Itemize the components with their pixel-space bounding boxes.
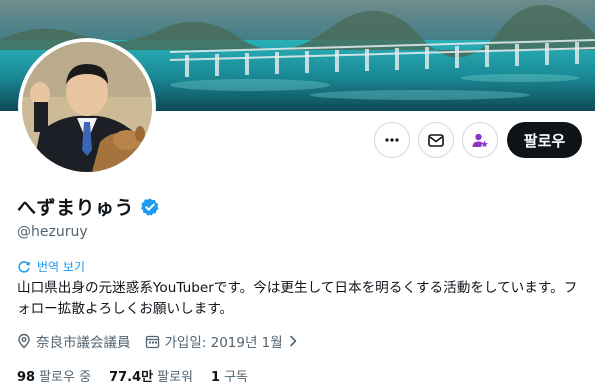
subscribe-icon xyxy=(472,133,488,148)
profile-meta: 奈良市議会議員 가입일: 2019년 1월 xyxy=(17,331,313,351)
bio: 山口県出身の元迷惑系YouTuberです。今は更生して日本を明るくする活動をして… xyxy=(17,280,578,317)
following-count: 98 xyxy=(17,370,36,382)
message-button[interactable] xyxy=(418,122,454,158)
chevron-right-icon xyxy=(289,335,296,347)
followers-link[interactable]: 77.4만 팔로워 xyxy=(109,366,193,382)
translate-label: 번역 보기 xyxy=(37,260,85,274)
verified-icon[interactable] xyxy=(140,197,160,217)
subscriptions-link[interactable]: 1 구독 xyxy=(211,366,248,382)
translate-link[interactable]: 번역 보기 xyxy=(17,258,85,275)
calendar-icon xyxy=(145,335,159,348)
subscriptions-count: 1 xyxy=(211,370,221,382)
subscribe-button[interactable] xyxy=(462,122,498,158)
following-link[interactable]: 98 팔로우 중 xyxy=(17,366,91,382)
more-icon xyxy=(385,138,399,142)
avatar-image xyxy=(22,42,152,172)
translate-icon xyxy=(18,260,30,273)
followers-count: 77.4만 xyxy=(109,370,154,382)
follow-button[interactable]: 팔로우 xyxy=(507,122,582,158)
joined-date[interactable]: 가입일: 2019년 1월 xyxy=(145,331,299,351)
location: 奈良市議会議員 xyxy=(17,331,131,351)
subscriptions-label: 구독 xyxy=(224,370,248,382)
location-icon xyxy=(18,333,30,349)
profile-stats: 98 팔로우 중 77.4만 팔로워 1 구독 xyxy=(17,366,266,382)
joined-text: 가입일: 2019년 1월 xyxy=(164,335,283,351)
avatar[interactable] xyxy=(18,38,156,176)
handle: @hezuruy xyxy=(17,224,88,240)
location-text: 奈良市議会議員 xyxy=(36,335,131,351)
name-row: へずまりゅう xyxy=(17,193,160,220)
message-icon xyxy=(428,134,444,147)
display-name: へずまりゅう xyxy=(17,197,135,219)
following-label: 팔로우 중 xyxy=(39,370,92,382)
more-button[interactable] xyxy=(374,122,410,158)
followers-label: 팔로워 xyxy=(157,370,194,382)
